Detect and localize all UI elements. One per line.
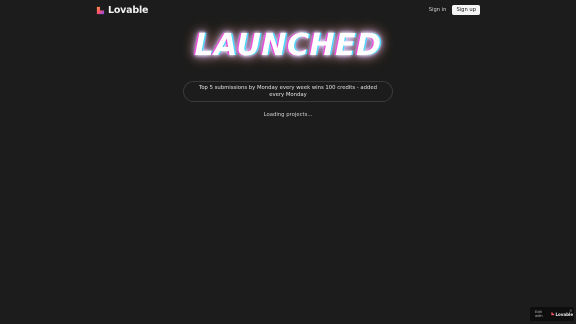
- logo-text: Lovable: [108, 4, 149, 16]
- sign-in-link[interactable]: Sign in: [429, 7, 447, 13]
- page: Lovable Sign in Sign up LAUNCHED Top 5 s…: [0, 0, 576, 324]
- badge-edit-text: Edit with: [535, 309, 543, 318]
- lovable-heart-icon: [96, 6, 105, 14]
- lovable-heart-icon: [551, 312, 555, 316]
- loading-status: Loading projects...: [263, 112, 313, 118]
- hero-title: LAUNCHED: [194, 28, 382, 63]
- info-banner: Top 5 submissions by Monday every week w…: [183, 81, 393, 102]
- sign-up-button[interactable]: Sign up: [452, 5, 480, 15]
- logo[interactable]: Lovable: [96, 4, 148, 16]
- info-banner-text: Top 5 submissions by Monday every week w…: [198, 84, 377, 98]
- header: Lovable Sign in Sign up: [0, 0, 576, 20]
- nav: Sign in Sign up: [429, 5, 480, 15]
- edit-with-lovable-badge[interactable]: Edit with Lovable ×: [530, 307, 574, 321]
- close-icon[interactable]: ×: [569, 308, 572, 313]
